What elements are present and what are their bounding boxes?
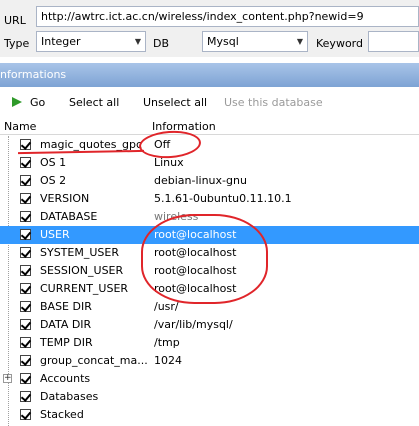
tree-row-temp-dir[interactable]: TEMP DIR/tmp [0, 334, 419, 352]
row-name: DATABASE [40, 210, 98, 223]
tree-row-accounts[interactable]: + Accounts [0, 370, 419, 388]
red-circle-annotation-users [141, 214, 268, 304]
row-name: BASE DIR [40, 300, 92, 313]
checkbox[interactable] [20, 247, 31, 258]
go-label: Go [30, 96, 46, 109]
row-name: VERSION [40, 192, 90, 205]
checkbox[interactable] [20, 319, 31, 330]
row-value: 5.1.61-0ubuntu0.11.10.1 [154, 192, 292, 205]
row-name: group_concat_ma... [40, 354, 148, 367]
row-name: Accounts [40, 372, 91, 385]
section-title: nformations [0, 68, 67, 81]
informations-header: nformations [0, 63, 419, 87]
checkbox[interactable] [20, 391, 31, 402]
row-value: debian-linux-gnu [154, 174, 247, 187]
tree-row-os2[interactable]: OS 2 debian-linux-gnu [0, 172, 419, 190]
row-name: Databases [40, 390, 99, 403]
row-value: /tmp [154, 336, 180, 349]
type-select-value: Integer [41, 35, 81, 48]
url-label: URL [4, 14, 26, 27]
row-name: TEMP DIR [40, 336, 93, 349]
chevron-down-icon: ▼ [296, 37, 303, 46]
checkbox[interactable] [20, 265, 31, 276]
db-select[interactable]: Mysql ▼ [202, 31, 308, 52]
checkbox[interactable] [20, 175, 31, 186]
row-name: SYSTEM_USER [40, 246, 119, 259]
tree-row-group-concat[interactable]: group_concat_ma... 1024 [0, 352, 419, 370]
checkbox[interactable] [20, 211, 31, 222]
row-name: OS 1 [40, 156, 67, 169]
go-button[interactable]: Go [12, 96, 45, 109]
checkbox[interactable] [20, 355, 31, 366]
select-all-button[interactable]: Select all [69, 96, 119, 109]
use-database-button[interactable]: Use this database [224, 96, 323, 109]
play-icon [12, 97, 22, 107]
row-name: USER [40, 228, 70, 241]
expand-plus-icon[interactable]: + [3, 374, 12, 383]
type-label: Type [4, 37, 30, 50]
tree-row-data-dir[interactable]: DATA DIR/var/lib/mysql/ [0, 316, 419, 334]
checkbox[interactable] [20, 229, 31, 240]
column-header: Name Information [0, 120, 419, 135]
tree-row-stacked[interactable]: Stacked [0, 406, 419, 424]
keyword-label: Keyword [316, 37, 363, 50]
db-label: DB [153, 37, 170, 50]
keyword-input[interactable] [368, 31, 419, 52]
tree-row-databases[interactable]: Databases [0, 388, 419, 406]
tree-row-version[interactable]: VERSION 5.1.61-0ubuntu0.11.10.1 [0, 190, 419, 208]
row-name: OS 2 [40, 174, 67, 187]
checkbox[interactable] [20, 157, 31, 168]
checkbox[interactable] [20, 337, 31, 348]
chevron-down-icon: ▼ [134, 37, 141, 46]
row-name: DATA DIR [40, 318, 92, 331]
row-value: /var/lib/mysql/ [154, 318, 233, 331]
column-name[interactable]: Name [4, 120, 36, 133]
row-name: Stacked [40, 408, 84, 421]
checkbox[interactable] [20, 409, 31, 420]
checkbox[interactable] [20, 283, 31, 294]
checkbox[interactable] [20, 301, 31, 312]
row-value: 1024 [154, 354, 182, 367]
checkbox[interactable] [20, 193, 31, 204]
row-name: SESSION_USER [40, 264, 124, 277]
checkbox[interactable] [20, 373, 31, 384]
unselect-all-button[interactable]: Unselect all [143, 96, 207, 109]
row-name: CURRENT_USER [40, 282, 129, 295]
top-bar: URL http://awtrc.ict.ac.cn/wireless/inde… [0, 0, 419, 57]
type-select[interactable]: Integer ▼ [36, 31, 146, 52]
toolbar: Go Select all Unselect all Use this data… [0, 91, 419, 115]
checkbox[interactable] [20, 139, 31, 150]
url-input[interactable]: http://awtrc.ict.ac.cn/wireless/index_co… [36, 6, 419, 27]
db-select-value: Mysql [207, 35, 239, 48]
tree-row-os1[interactable]: OS 1 Linux [0, 154, 419, 172]
